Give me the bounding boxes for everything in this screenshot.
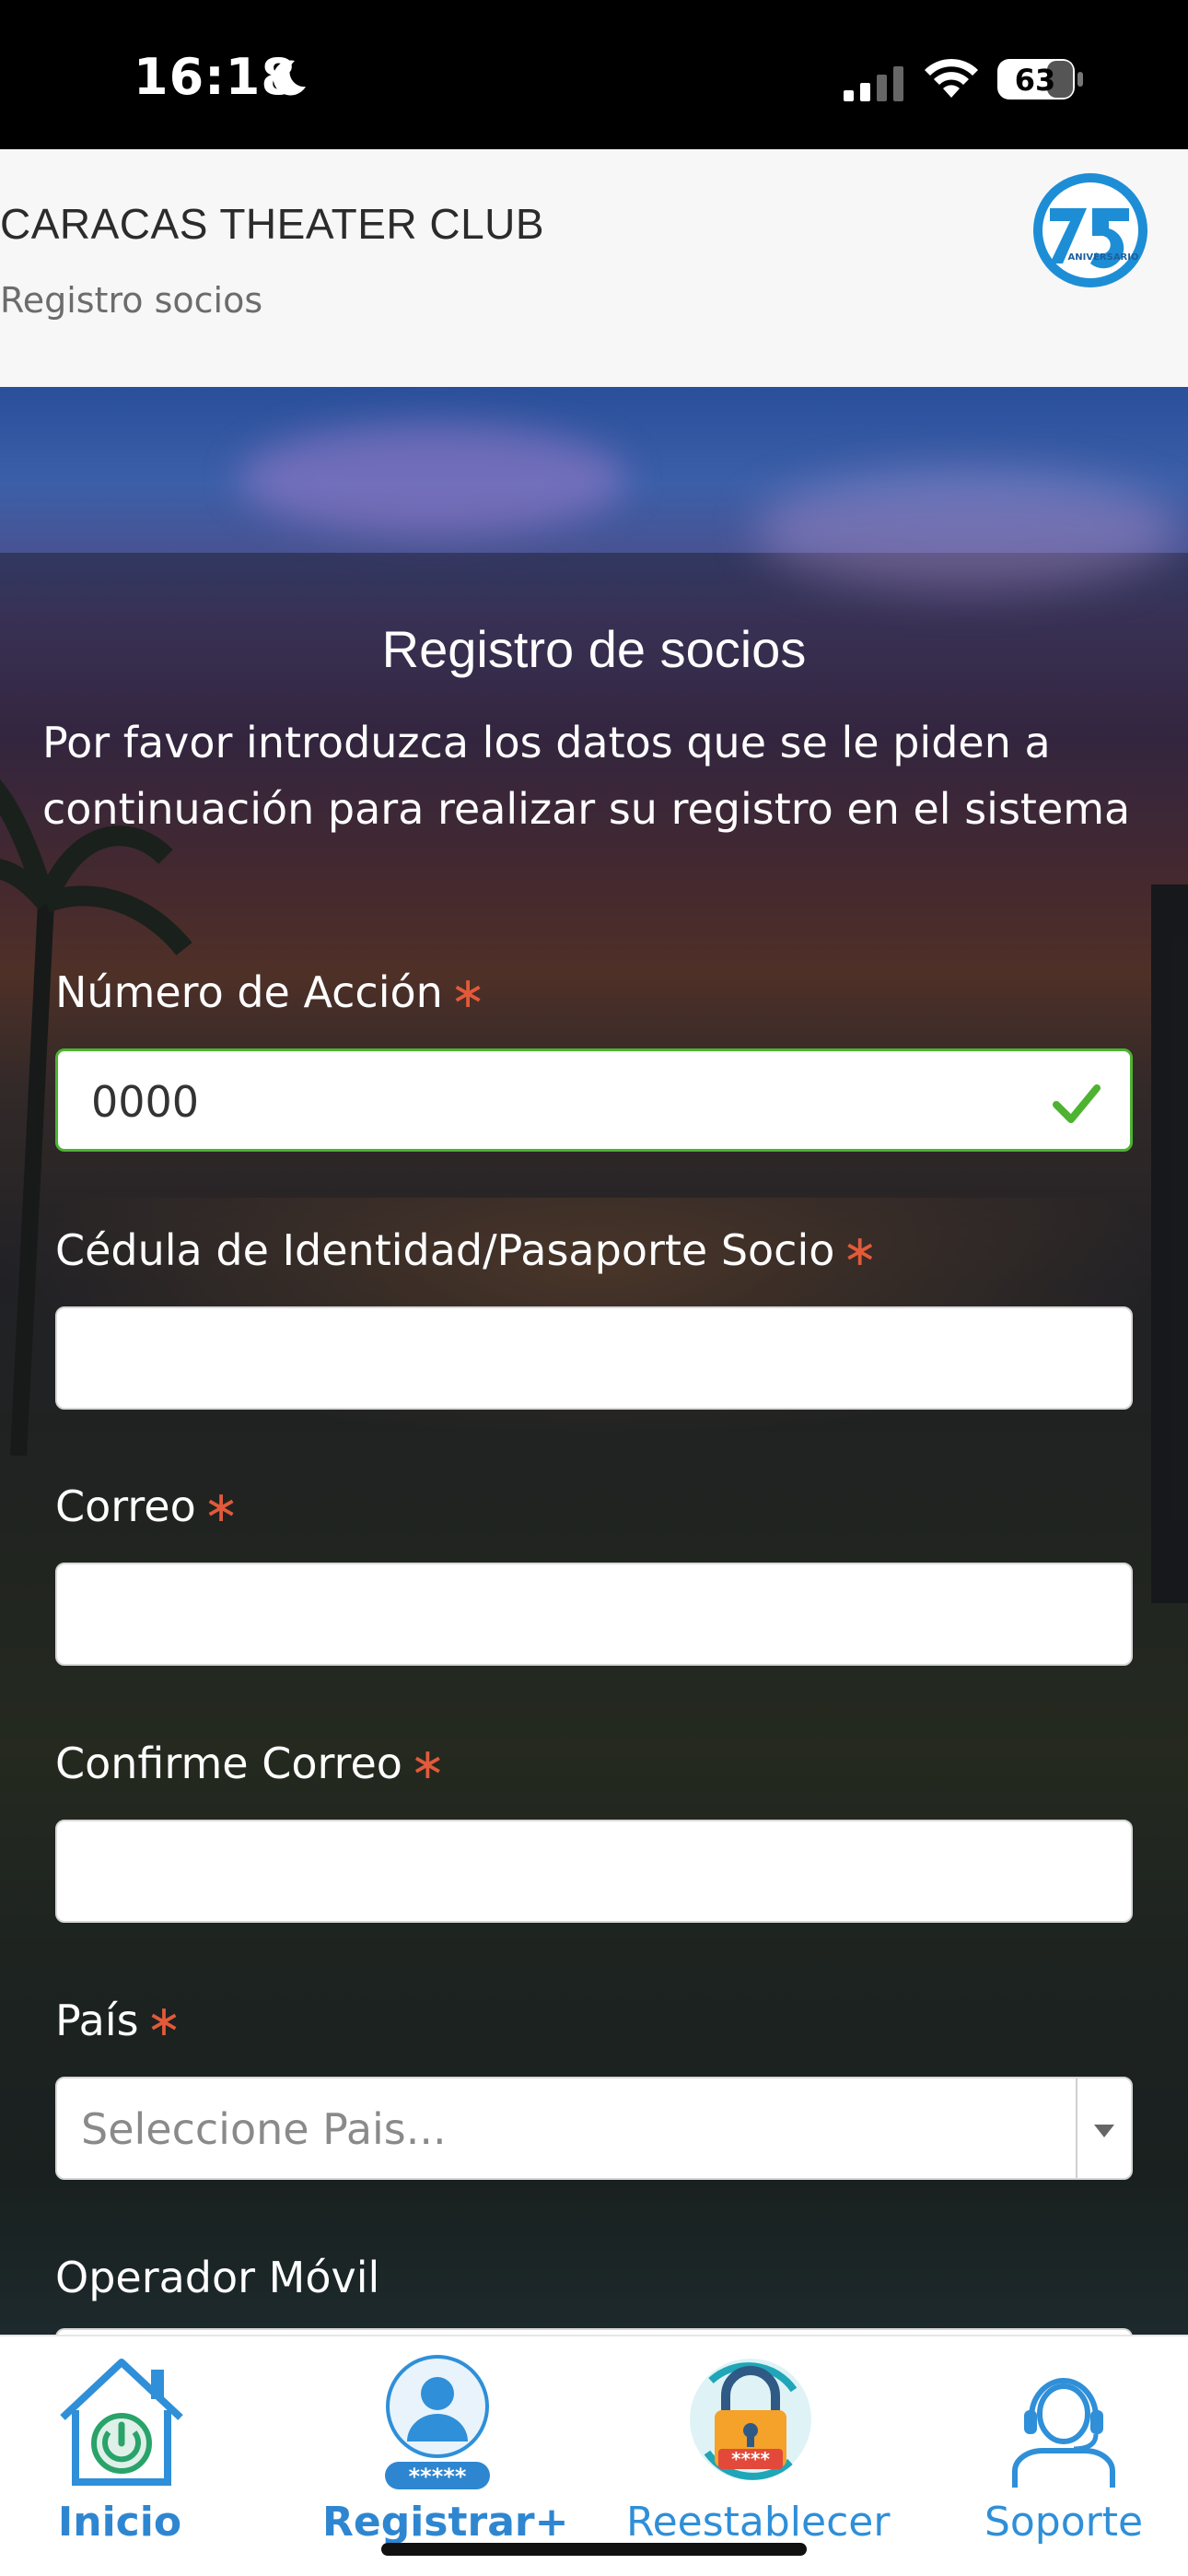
nav-label-reestablecer: Reestablecer (626, 2499, 891, 2546)
signal-icon (844, 66, 903, 101)
accion-label: Número de Acción ∗ (55, 967, 485, 1017)
confirme-correo-input[interactable] (55, 1820, 1133, 1923)
operador-label: Operador Móvil (55, 2253, 379, 2302)
nav-label-inicio: Inicio (57, 2499, 182, 2546)
cedula-label: Cédula de Identidad/Pasaporte Socio ∗ (55, 1225, 878, 1275)
cedula-label-text: Cédula de Identidad/Pasaporte Socio (55, 1225, 835, 1275)
home-power-icon (60, 2359, 183, 2486)
battery-icon: 63 (996, 57, 1085, 101)
page-subtitle: Registro socios (0, 280, 263, 321)
accion-label-text: Número de Acción (55, 967, 443, 1017)
moon-icon (273, 60, 306, 96)
nav-item-registrar[interactable]: ***** Registrar+ (322, 2336, 569, 2576)
correo-label: Correo ∗ (55, 1481, 239, 1531)
svg-text:*****: ***** (409, 2464, 467, 2489)
nav-item-inicio[interactable]: Inicio (37, 2336, 203, 2576)
operador-label-text: Operador Móvil (55, 2253, 380, 2302)
required-mark: ∗ (203, 1481, 239, 1531)
required-mark: ∗ (146, 1996, 182, 2045)
correo-input[interactable] (55, 1563, 1133, 1666)
support-agent-icon (1012, 2378, 1115, 2488)
nav-item-soporte[interactable]: Soporte (976, 2336, 1151, 2576)
cedula-input[interactable] (55, 1306, 1133, 1410)
wifi-icon (925, 58, 978, 98)
select-divider (1076, 2078, 1077, 2178)
nav-item-reestablecer[interactable]: **** Reestablecer (626, 2336, 891, 2576)
required-mark: ∗ (842, 1225, 878, 1275)
club-logo: ANIVERSARIO (1033, 173, 1147, 287)
pais-placeholder: Seleccione Pais... (81, 2104, 447, 2154)
required-mark: ∗ (409, 1739, 446, 1788)
club-name: CARACAS THEATER CLUB (0, 200, 545, 248)
form-intro: Por favor introduzca los datos que se le… (42, 718, 1131, 834)
pais-label-text: País (55, 1996, 139, 2045)
accion-input[interactable]: 0000 (55, 1048, 1133, 1152)
logo-text: ANIVERSARIO (1068, 252, 1139, 263)
accion-value: 0000 (91, 1077, 200, 1127)
status-bar: 16:18 63 (0, 0, 1188, 149)
bottom-nav: Inicio ***** Registrar+ **** Reestablece… (0, 2335, 1188, 2576)
nav-label-registrar: Registrar+ (322, 2499, 569, 2546)
check-icon (1053, 1084, 1101, 1123)
confirme-correo-label-text: Confirme Correo (55, 1739, 402, 1788)
confirme-correo-label: Confirme Correo ∗ (55, 1739, 446, 1788)
app-header: CARACAS THEATER CLUB Registro socios ANI… (0, 149, 1188, 387)
correo-label-text: Correo (55, 1481, 196, 1531)
required-mark: ∗ (449, 967, 486, 1017)
padlock-reset-icon: **** (690, 2359, 811, 2480)
home-indicator[interactable] (381, 2543, 807, 2556)
battery-level: 63 (1015, 63, 1056, 98)
form-title: Registro de socios (381, 620, 807, 678)
svg-text:****: **** (731, 2448, 770, 2470)
pais-select[interactable]: Seleccione Pais... (55, 2077, 1133, 2180)
user-register-icon: ***** (385, 2355, 490, 2489)
chevron-down-icon[interactable] (1092, 2123, 1116, 2139)
pais-label: País ∗ (55, 1996, 181, 2045)
nav-label-soporte: Soporte (984, 2499, 1144, 2546)
